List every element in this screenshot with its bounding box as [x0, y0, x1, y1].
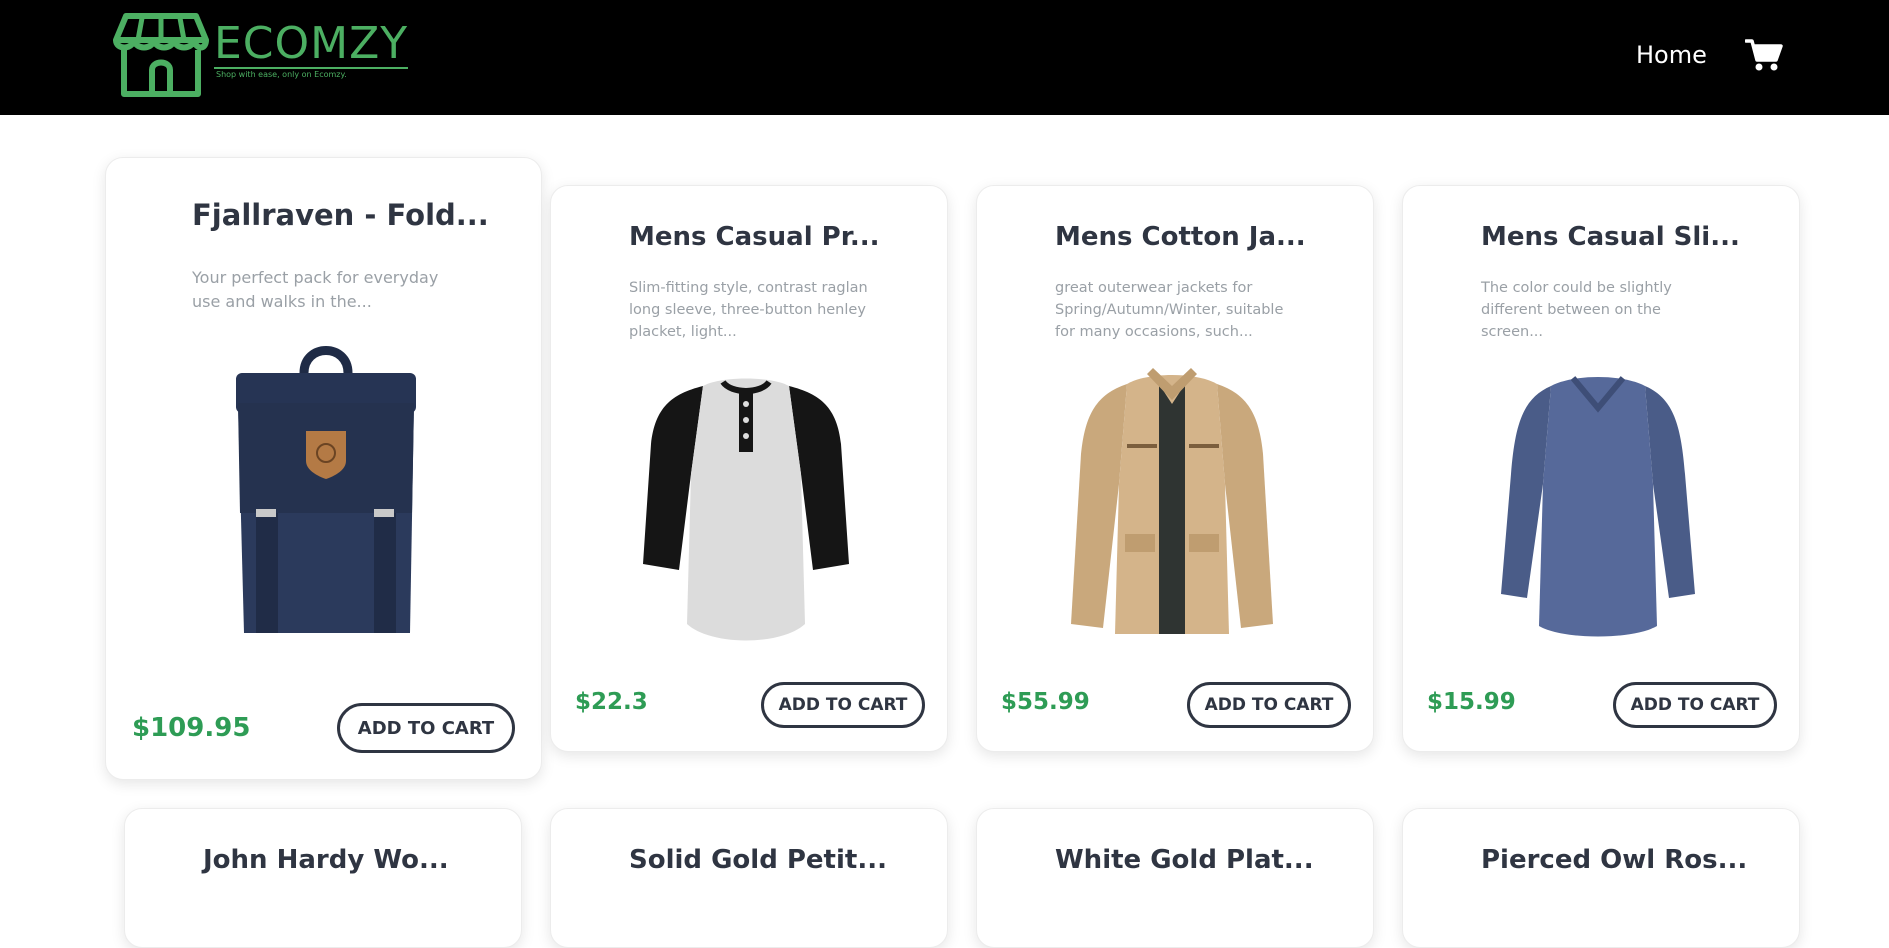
backpack-image	[236, 346, 416, 633]
product-title: Fjallraven - Fold...	[192, 198, 489, 232]
product-price: $22.3	[575, 689, 648, 715]
product-title: Solid Gold Petit...	[629, 845, 887, 875]
product-title: Mens Casual Pr...	[629, 222, 880, 252]
product-description: Slim-fitting style, contrast raglan long…	[629, 280, 868, 340]
product-description: The color could be slightly different be…	[1481, 280, 1672, 340]
product-card[interactable]: Mens Casual Pr... Slim-fitting style, co…	[550, 185, 948, 752]
product-title: White Gold Plat...	[1055, 845, 1314, 875]
navbar: ECOMZY Shop with ease, only on Ecomzy. H…	[0, 0, 1889, 115]
nav-home-link[interactable]: Home	[1636, 40, 1707, 70]
brand-tagline: Shop with ease, only on Ecomzy.	[216, 70, 347, 79]
product-card[interactable]: Solid Gold Petit...	[550, 808, 948, 948]
cotton-jacket-image	[1071, 368, 1273, 634]
add-to-cart-button[interactable]: ADD TO CART	[337, 703, 515, 753]
product-title: Mens Cotton Ja...	[1055, 222, 1306, 252]
product-title: John Hardy Wo...	[203, 845, 449, 875]
product-title: Mens Casual Sli...	[1481, 222, 1740, 252]
cart-icon[interactable]	[1745, 38, 1783, 72]
storefront-icon	[113, 13, 209, 97]
product-price: $109.95	[132, 713, 251, 743]
product-card[interactable]: Mens Casual Sli... The color could be sl…	[1402, 185, 1800, 752]
product-card[interactable]: Fjallraven - Fold... Your perfect pack f…	[105, 157, 542, 780]
add-to-cart-button[interactable]: ADD TO CART	[1187, 682, 1351, 728]
product-price: $15.99	[1427, 689, 1516, 715]
product-card[interactable]: White Gold Plat...	[976, 808, 1374, 948]
product-title: Pierced Owl Ros...	[1481, 845, 1748, 875]
product-description: Your perfect pack for everyday use and w…	[192, 268, 439, 311]
product-card[interactable]: John Hardy Wo...	[124, 808, 522, 948]
add-to-cart-button[interactable]: ADD TO CART	[761, 682, 925, 728]
slim-tshirt-image	[1501, 376, 1695, 637]
add-to-cart-button[interactable]: ADD TO CART	[1613, 682, 1777, 728]
brand-logo[interactable]: ECOMZY Shop with ease, only on Ecomzy.	[112, 12, 409, 98]
product-card[interactable]: Mens Cotton Ja... great outerwear jacket…	[976, 185, 1374, 752]
brand-name: ECOMZY	[214, 18, 409, 69]
product-card[interactable]: Pierced Owl Ros...	[1402, 808, 1800, 948]
product-description: great outerwear jackets for Spring/Autum…	[1055, 280, 1284, 340]
henley-shirt-image	[643, 378, 849, 641]
product-price: $55.99	[1001, 689, 1090, 715]
